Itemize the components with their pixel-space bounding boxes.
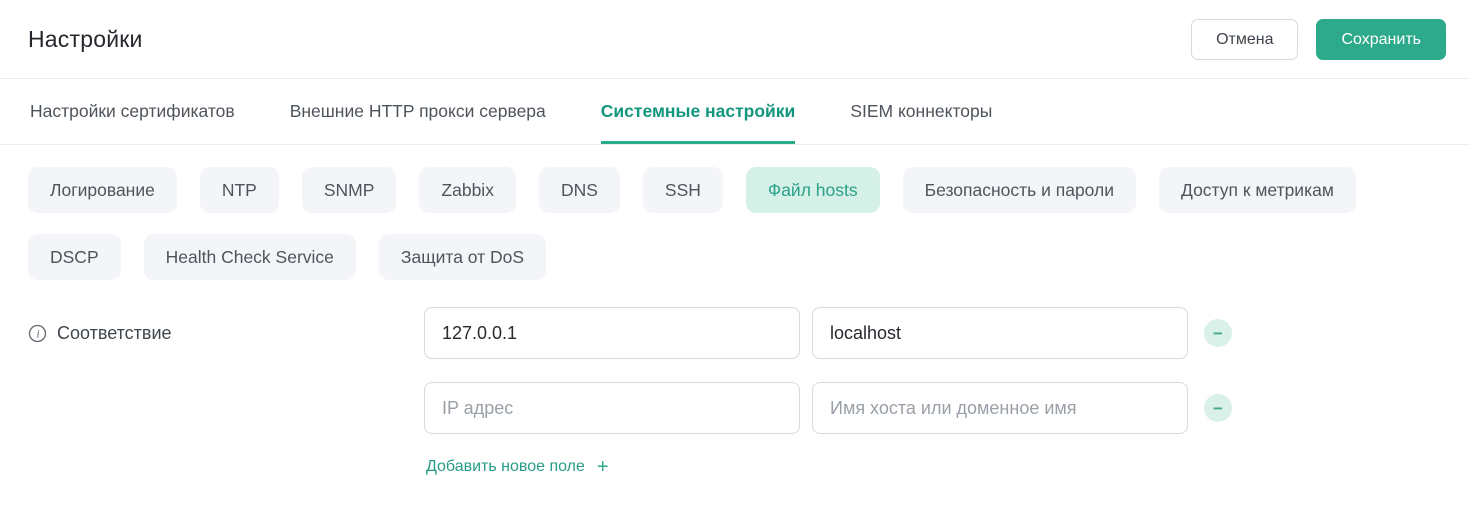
- svg-text:i: i: [36, 328, 39, 340]
- tab-system-settings[interactable]: Системные настройки: [601, 79, 796, 144]
- ip-address-input-1[interactable]: [424, 307, 800, 359]
- page-header: Настройки Отмена Сохранить: [0, 0, 1470, 79]
- chip-security-passwords[interactable]: Безопасность и пароли: [903, 167, 1136, 213]
- cancel-button[interactable]: Отмена: [1191, 19, 1298, 60]
- mapping-field-label: i Соответствие: [28, 307, 424, 359]
- hosts-mapping-section: i Соответствие − − Добавить новое поле +: [0, 307, 1470, 477]
- tab-bar: Настройки сертификатов Внешние HTTP прок…: [0, 79, 1470, 145]
- mapping-row: −: [424, 382, 1232, 434]
- mapping-field-label-text: Соответствие: [57, 323, 172, 344]
- chip-health-check-service[interactable]: Health Check Service: [144, 234, 356, 280]
- plus-icon[interactable]: +: [597, 457, 609, 477]
- minus-icon: −: [1213, 400, 1223, 417]
- save-button[interactable]: Сохранить: [1316, 19, 1446, 60]
- mapping-row: −: [424, 307, 1232, 359]
- chip-dos-protection[interactable]: Защита от DoS: [379, 234, 546, 280]
- chip-zabbix[interactable]: Zabbix: [419, 167, 516, 213]
- tab-certificate-settings[interactable]: Настройки сертификатов: [30, 79, 235, 144]
- chip-dns[interactable]: DNS: [539, 167, 620, 213]
- ip-address-input-2[interactable]: [424, 382, 800, 434]
- host-name-input-1[interactable]: [812, 307, 1188, 359]
- mapping-rows: − − Добавить новое поле +: [424, 307, 1232, 477]
- tab-external-http-proxy[interactable]: Внешние HTTP прокси сервера: [290, 79, 546, 144]
- page-title: Настройки: [28, 26, 143, 53]
- add-new-field-link[interactable]: Добавить новое поле: [426, 458, 585, 476]
- chip-hosts-file[interactable]: Файл hosts: [746, 167, 880, 213]
- chip-metrics-access[interactable]: Доступ к метрикам: [1159, 167, 1356, 213]
- header-actions: Отмена Сохранить: [1191, 19, 1446, 60]
- chip-ntp[interactable]: NTP: [200, 167, 279, 213]
- add-field-row: Добавить новое поле +: [424, 457, 1232, 477]
- info-icon: i: [28, 324, 47, 343]
- remove-row-button-1[interactable]: −: [1204, 319, 1232, 347]
- remove-row-button-2[interactable]: −: [1204, 394, 1232, 422]
- host-name-input-2[interactable]: [812, 382, 1188, 434]
- chip-snmp[interactable]: SNMP: [302, 167, 397, 213]
- tab-siem-connectors[interactable]: SIEM коннекторы: [850, 79, 992, 144]
- chip-ssh[interactable]: SSH: [643, 167, 723, 213]
- chip-dscp[interactable]: DSCP: [28, 234, 121, 280]
- minus-icon: −: [1213, 325, 1223, 342]
- chip-logging[interactable]: Логирование: [28, 167, 177, 213]
- settings-category-chips: Логирование NTP SNMP Zabbix DNS SSH Файл…: [0, 145, 1450, 280]
